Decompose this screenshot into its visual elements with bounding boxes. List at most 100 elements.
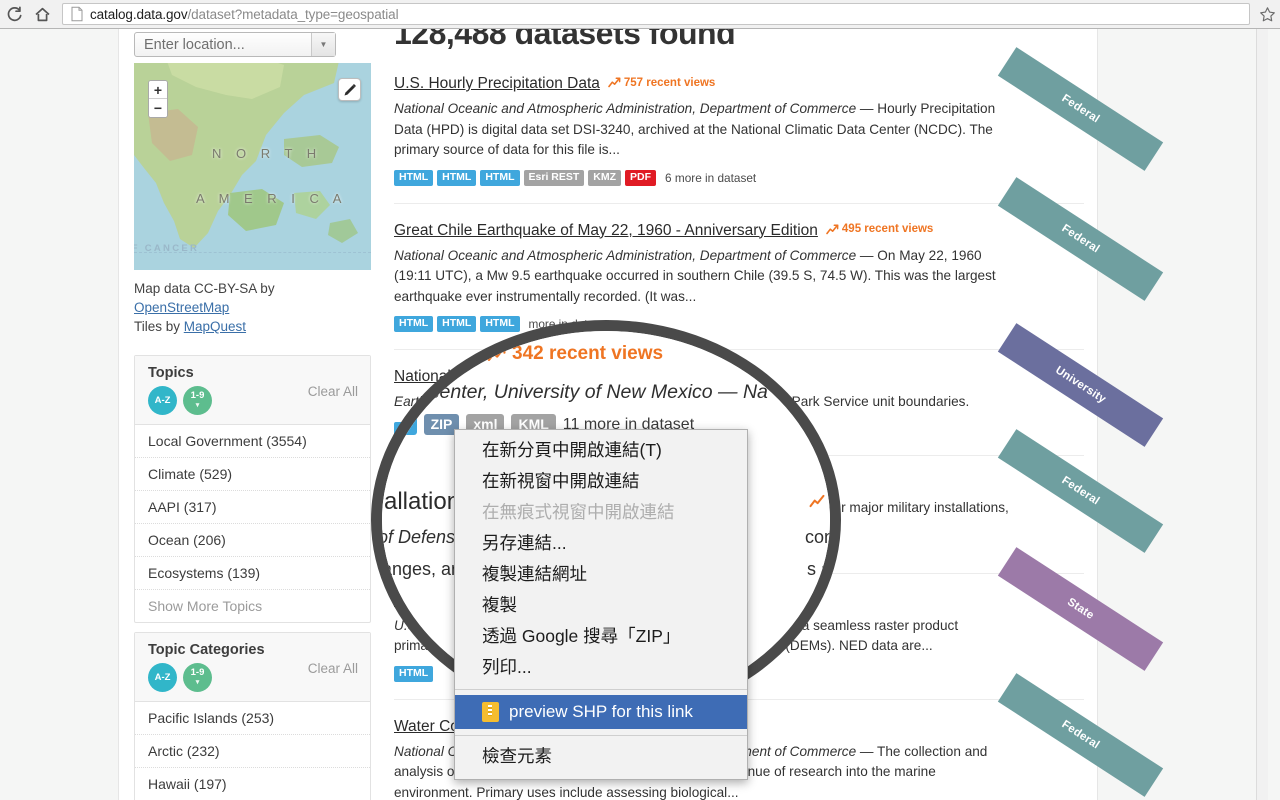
recent-views-badge: 757 recent views [608,77,715,89]
format-badge[interactable]: HTML [394,316,434,332]
reload-icon[interactable] [0,0,28,28]
more-in-dataset-label: 6 more in dataset [665,170,757,185]
magnified-result-title: allation [384,488,460,516]
facet-item[interactable]: Pacific Islands (253) [135,702,370,735]
menu-save-link-as[interactable]: 另存連結... [455,528,747,559]
facet-topic-categories-title: Topic Categories [148,642,265,658]
magnified-org-prefix: Natio [394,381,440,403]
menu-print[interactable]: 列印... [455,652,747,683]
sort-az-label: A-Z [154,671,171,683]
map-zoom-out-button[interactable]: − [149,99,167,117]
menu-preview-shp-label: preview SHP for this link [509,702,693,721]
magnified-title-text: allation [384,488,461,515]
url-text: catalog.data.gov/dataset?metadata_type=g… [90,7,398,22]
result-formats: HTML HTML HTML Esri REST KMZ PDF 6 more … [394,169,1084,186]
magnified-elev-text: Elev [396,661,443,688]
menu-separator [455,735,747,736]
format-badge[interactable]: PDF [625,169,657,186]
sort-az-button[interactable]: A-Z [148,386,177,415]
result-description: National Oceanic and Atmospheric Adminis… [394,99,1084,161]
map-zoom-in-button[interactable]: + [149,81,167,99]
sidebar: Enter location... ▼ N O R T H A M E R I … [134,29,371,800]
format-badge[interactable]: HTML [480,316,520,332]
result-item: Great Chile Earthquake of May 22, 1960 -… [394,176,1164,350]
address-bar[interactable]: catalog.data.gov/dataset?metadata_type=g… [62,3,1250,25]
facet-topics-title: Topics [148,365,194,381]
format-badge[interactable]: L [394,414,417,435]
facet-topic-categories: Topic Categories A-Z 1-9 ▾ Clear All Paci… [134,632,371,800]
facet-topics-clear-all[interactable]: Clear All [308,384,358,399]
menu-bottom-padding [455,772,747,779]
page-scrollbar[interactable] [1256,29,1268,800]
menu-open-link-new-tab[interactable]: 在新分頁中開啟連結(T) [455,435,747,466]
trending-up-icon [826,223,839,234]
browser-toolbar: catalog.data.gov/dataset?metadata_type=g… [0,0,1280,29]
facet-item[interactable]: Arctic (232) [135,735,370,768]
map-draw-pencil-icon[interactable] [338,78,361,101]
result-organization: National Oceanic and Atmospheric Adminis… [394,101,857,116]
ribbon-label: State [1065,595,1096,622]
chevron-down-icon: ▾ [195,402,200,410]
facet-item[interactable]: Local Government (3554) [135,425,370,458]
menu-search-google[interactable]: 透過 Google 搜尋「ZIP」 [455,621,747,652]
sort-numeric-label: 1-9 [190,390,205,402]
recent-views-text: 495 recent views [841,223,934,235]
attrib-tiles-prefix: Tiles by [134,319,184,334]
magnified-org-defense: of Defens [378,527,456,547]
result-title-row: U.S. Hourly Precipitation Data 757 recen… [394,74,1084,94]
chevron-down-icon[interactable]: ▼ [311,33,335,56]
menu-inspect-element[interactable]: 檢查元素 [455,741,747,772]
format-badge[interactable]: Esri REST [523,169,585,186]
result-title-row: Great Chile Earthquake of May 22, 1960 -… [394,221,1084,241]
facet-item[interactable]: Hawaii (197) [135,768,370,800]
map-attribution: Map data CC-BY-SA by OpenStreetMap Tiles… [134,270,371,346]
recent-views-badge: 495 recent views [826,223,933,235]
magnified-notes-contains: contains g [805,527,840,547]
bookmark-star-icon[interactable] [1254,1,1280,27]
context-menu[interactable]: 在新分頁中開啟連結(T) 在新視窗中開啟連結 在無痕式視窗中開啟連結 另存連結.… [454,429,748,780]
map-zoom-controls[interactable]: + − [148,80,168,118]
magnified-views-text: 342 recent views [512,343,664,364]
magnified-organization: Natioenter, University of New Mexico — N… [394,381,768,404]
facet-item[interactable]: Ecosystems (139) [135,557,370,590]
menu-copy[interactable]: 複製 [455,590,747,621]
menu-open-link-new-window[interactable]: 在新視窗中開啟連結 [455,466,747,497]
zip-file-icon [482,702,499,722]
magnified-recent-views-316: 316 rece [809,491,830,511]
facet-topic-categories-header: Topic Categories A-Z 1-9 ▾ Clear All [135,633,370,702]
home-icon[interactable] [28,0,56,28]
format-badge[interactable]: HTML [480,169,520,186]
menu-copy-link-address[interactable]: 複製連結網址 [455,559,747,590]
sort-az-button[interactable]: A-Z [148,663,177,692]
format-badge[interactable]: HTML [394,169,434,186]
location-filter: Enter location... ▼ [134,29,371,63]
facet-item[interactable]: AAPI (317) [135,491,370,524]
chevron-down-icon: ▾ [195,679,200,687]
trending-up-icon [809,494,825,508]
trending-up-icon [487,346,506,361]
format-badge[interactable]: KMZ [588,169,622,186]
facet-item[interactable]: Climate (529) [135,458,370,491]
magnified-recent-views: 342 recent views [487,343,663,365]
facet-topics: Topics A-Z 1-9 ▾ Clear All Local Governme… [134,355,371,623]
result-description: National Oceanic and Atmospheric Adminis… [394,246,1084,308]
openstreetmap-link[interactable]: OpenStreetMap [134,300,229,315]
map-widget[interactable]: N O R T H A M E R I C A OF CANCER + − [134,63,371,270]
result-item: U.S. Hourly Precipitation Data 757 recen… [394,47,1164,204]
map-label-north: N O R T H [212,146,322,161]
sort-numeric-button[interactable]: 1-9 ▾ [183,663,212,692]
map-label-tropic: OF CANCER [134,243,200,254]
location-input[interactable]: Enter location... ▼ [134,32,336,57]
result-formats: HTML HTML HTML more in dataset [394,316,1084,332]
mapquest-link[interactable]: MapQuest [184,319,246,334]
show-more-topics-link[interactable]: Show More Topics [135,590,370,622]
menu-preview-shp[interactable]: preview SHP for this link [455,695,747,729]
format-badge[interactable]: HTML [437,316,477,332]
facet-item[interactable]: Ocean (206) [135,524,370,557]
result-title-link[interactable]: Great Chile Earthquake of May 22, 1960 -… [394,221,818,241]
sort-numeric-button[interactable]: 1-9 ▾ [183,386,212,415]
facet-categories-clear-all[interactable]: Clear All [308,661,358,676]
format-badge[interactable]: HTML [437,169,477,186]
result-title-link[interactable]: U.S. Hourly Precipitation Data [394,74,600,94]
sort-numeric-label: 1-9 [190,667,205,679]
